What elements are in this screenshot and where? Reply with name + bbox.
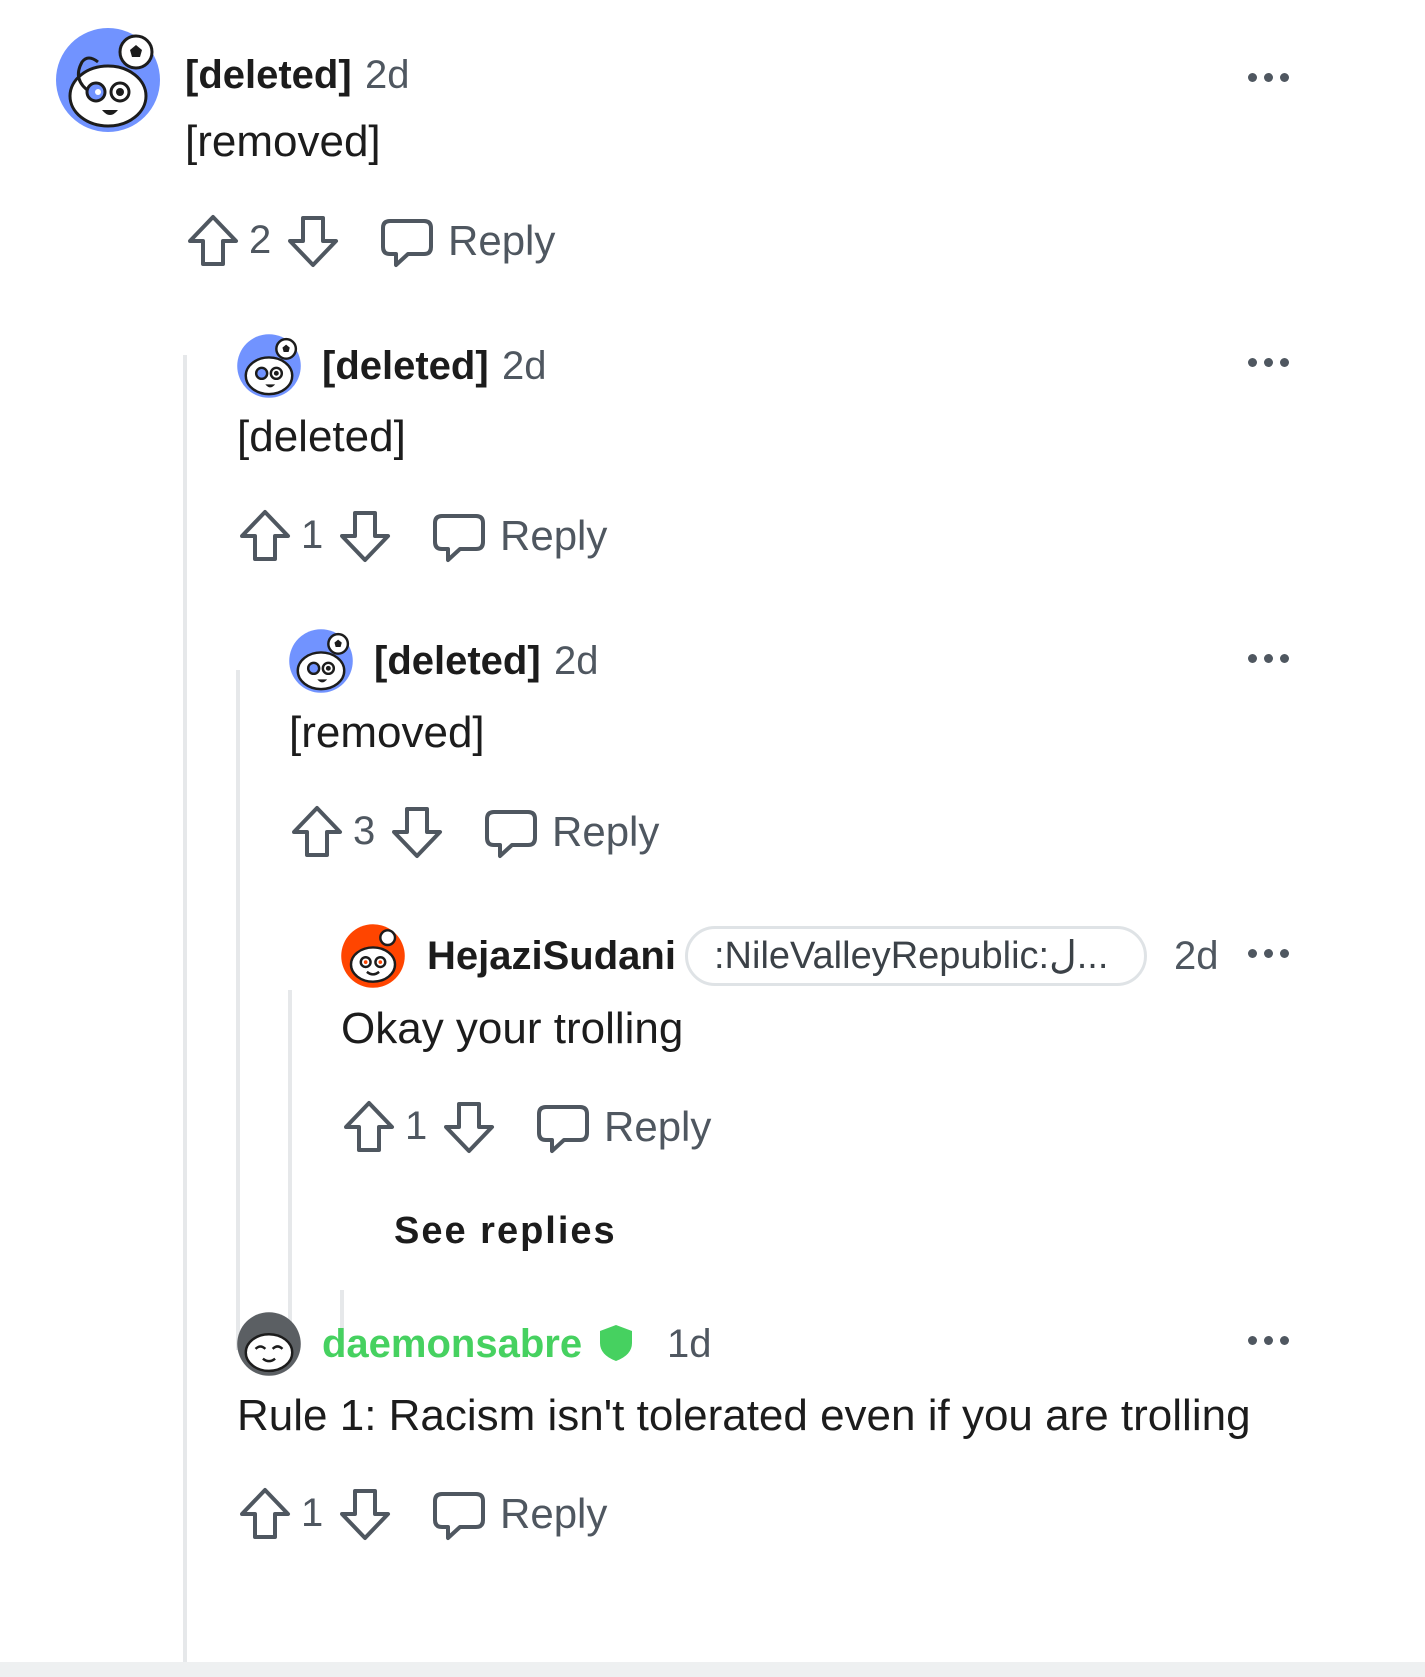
reply-button[interactable]: Reply — [484, 803, 704, 863]
vote-score: 2 — [249, 218, 272, 262]
upvote-icon[interactable] — [185, 212, 241, 268]
snoo-soccer-icon[interactable] — [288, 628, 354, 694]
thread-line-level-2[interactable] — [236, 670, 240, 1350]
downvote-icon[interactable] — [389, 805, 445, 861]
comment-bubble-icon — [485, 810, 537, 858]
bottom-divider — [0, 1662, 1425, 1677]
see-replies-button[interactable]: See replies — [394, 1210, 617, 1253]
more-options-icon[interactable] — [1248, 68, 1298, 88]
more-options-icon[interactable] — [1248, 353, 1298, 373]
comment-actions: 2 Reply — [185, 212, 585, 272]
downvote-icon[interactable] — [441, 1100, 497, 1156]
reply-button[interactable]: Reply — [536, 1098, 756, 1158]
upvote-icon[interactable] — [237, 1485, 293, 1541]
comment-bubble-icon — [381, 219, 433, 267]
comment-timestamp: 2d — [1174, 934, 1219, 978]
vote-score: 3 — [353, 809, 376, 853]
snoo-soccer-icon[interactable] — [54, 26, 162, 134]
comment-timestamp: 2d — [554, 639, 599, 683]
comment-author[interactable]: [deleted] — [322, 344, 489, 389]
comment-author[interactable]: [deleted] — [374, 639, 541, 684]
downvote-icon[interactable] — [337, 1487, 393, 1543]
upvote-icon[interactable] — [289, 803, 345, 859]
comment-actions: 1 Reply — [341, 1098, 741, 1158]
snoo-gray-icon[interactable] — [236, 1311, 302, 1377]
vote-score: 1 — [301, 1491, 324, 1535]
upvote-icon[interactable] — [341, 1098, 397, 1154]
reply-label: Reply — [448, 217, 556, 264]
thread-line-level-1[interactable] — [183, 355, 187, 1662]
thread-line-level-3[interactable] — [288, 990, 292, 1350]
more-options-icon[interactable] — [1248, 649, 1298, 669]
comment-body: Okay your trolling — [341, 1004, 684, 1053]
comment-timestamp: 2d — [365, 53, 410, 97]
comment-actions: 1 Reply — [237, 507, 637, 567]
comment-bubble-icon — [433, 514, 485, 562]
reply-button[interactable]: Reply — [380, 212, 600, 272]
reply-button[interactable]: Reply — [432, 507, 652, 567]
comment-actions: 1 Reply — [237, 1485, 637, 1545]
more-options-icon[interactable] — [1248, 944, 1298, 964]
reply-label: Reply — [604, 1103, 712, 1150]
reply-button[interactable]: Reply — [432, 1485, 652, 1545]
user-flair: :NileValleyRepublic:ل... — [685, 926, 1147, 986]
comment-actions: 3 Reply — [289, 803, 689, 863]
comment-body: Rule 1: Racism isn't tolerated even if y… — [237, 1391, 1251, 1440]
snoo-soccer-icon[interactable] — [236, 333, 302, 399]
downvote-icon[interactable] — [285, 214, 341, 270]
comment-timestamp: 1d — [667, 1322, 712, 1366]
comment-body: [removed] — [289, 708, 485, 757]
comment-body: [removed] — [185, 117, 381, 166]
downvote-icon[interactable] — [337, 509, 393, 565]
mod-shield-icon — [600, 1325, 632, 1361]
comment-bubble-icon — [433, 1492, 485, 1540]
upvote-icon[interactable] — [237, 507, 293, 563]
reply-label: Reply — [552, 808, 660, 855]
comment-author[interactable]: daemonsabre — [322, 1322, 582, 1367]
comment-bubble-icon — [537, 1105, 589, 1153]
vote-score: 1 — [405, 1104, 428, 1148]
reply-label: Reply — [500, 1490, 608, 1537]
reply-label: Reply — [500, 512, 608, 559]
vote-score: 1 — [301, 513, 324, 557]
comment-author[interactable]: [deleted] — [185, 53, 352, 98]
comment-author[interactable]: HejaziSudani — [427, 934, 676, 979]
comment-timestamp: 2d — [502, 344, 547, 388]
comment-body: [deleted] — [237, 412, 406, 461]
snoo-orange-icon[interactable] — [340, 923, 406, 989]
more-options-icon[interactable] — [1248, 1331, 1298, 1351]
